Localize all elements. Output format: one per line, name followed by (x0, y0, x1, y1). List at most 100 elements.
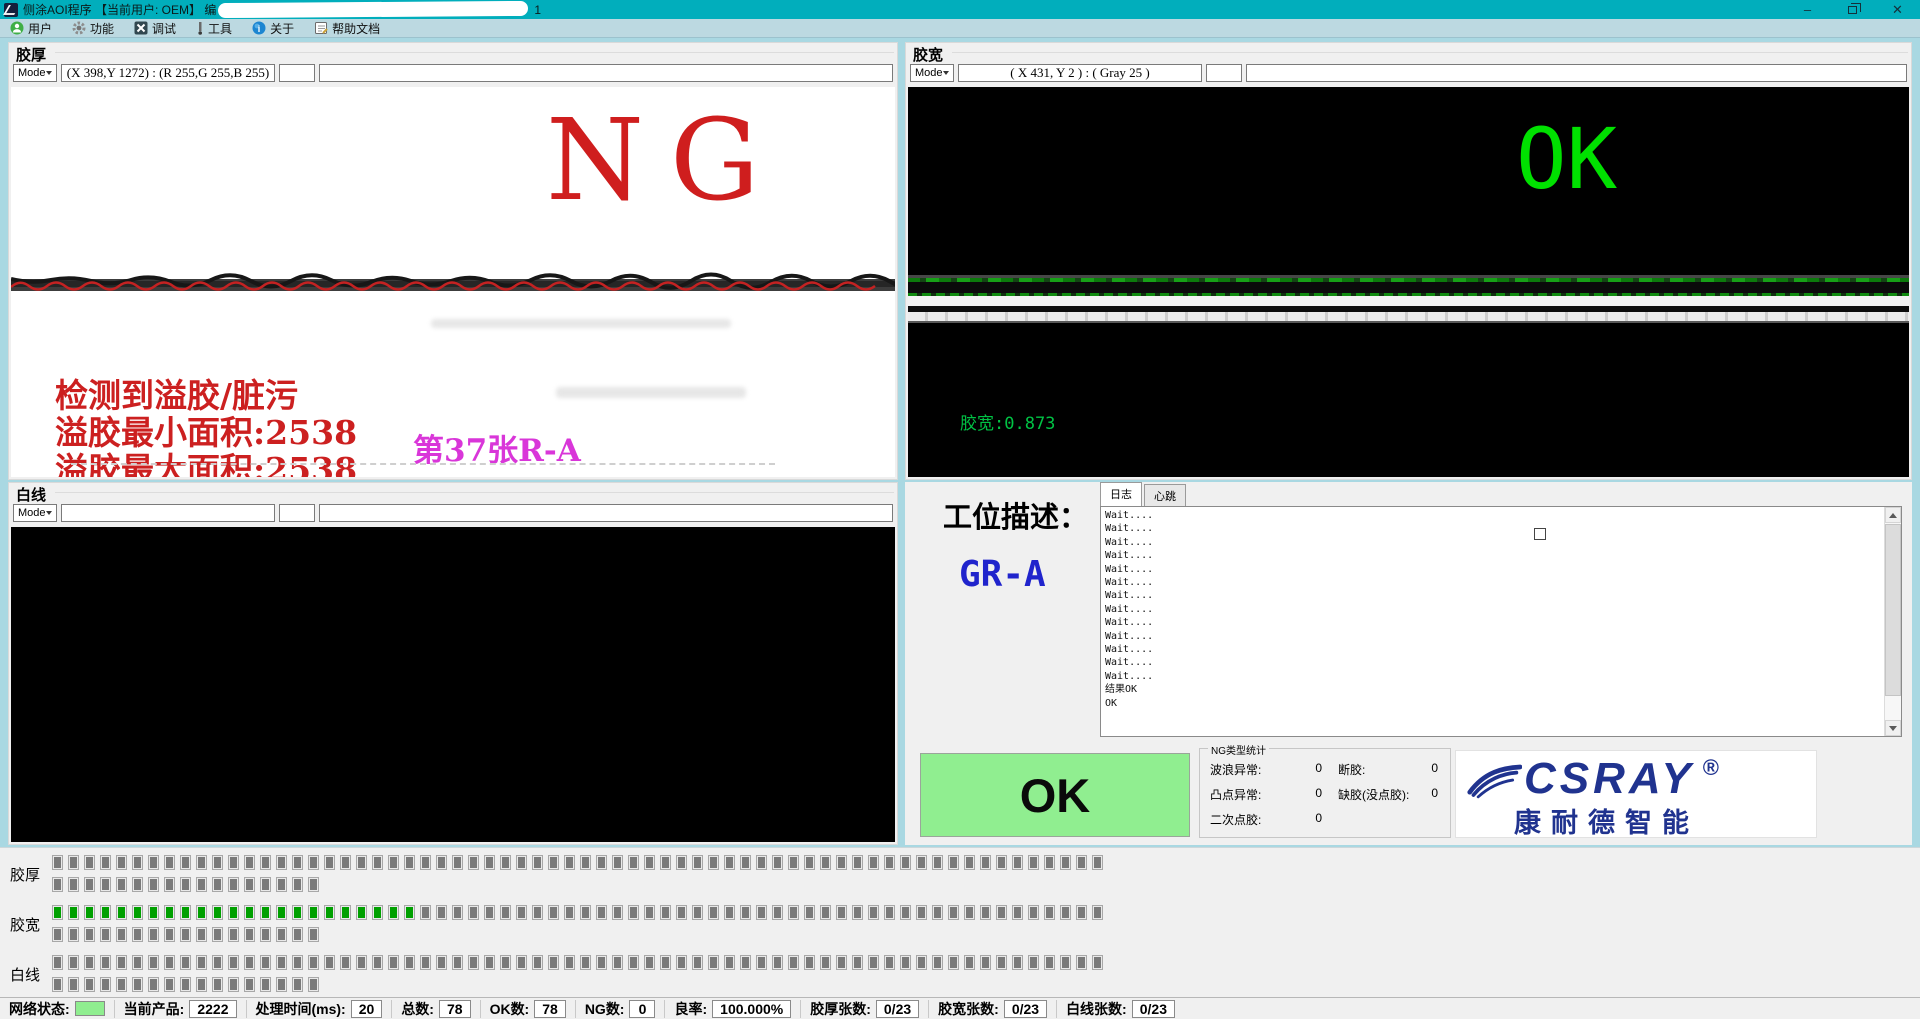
status-label: 胶宽张数: (938, 999, 999, 1019)
panel-title: 胶宽 (913, 44, 943, 65)
progress-cell (116, 877, 127, 892)
progress-cell (196, 955, 207, 970)
progress-cell (420, 955, 431, 970)
log-list[interactable]: Wait....Wait....Wait....Wait....Wait....… (1100, 506, 1902, 737)
logo-brand-text: CSRAY (1524, 757, 1695, 801)
progress-cell (356, 955, 367, 970)
menu-item-功能[interactable]: 功能 (62, 19, 124, 38)
mode-label: Mode (18, 67, 46, 79)
progress-cell (836, 905, 847, 920)
log-entry: Wait.... (1105, 589, 1901, 602)
small-field[interactable] (279, 504, 315, 522)
progress-cell (452, 855, 463, 870)
glue-width-stripe (908, 275, 1909, 323)
image-view-white-line[interactable] (11, 527, 895, 842)
progress-cell (612, 955, 623, 970)
progress-cell (756, 905, 767, 920)
log-checkbox[interactable] (1534, 528, 1546, 540)
wide-field[interactable] (319, 64, 893, 82)
progress-cell (868, 955, 879, 970)
menu-item-调试[interactable]: 调试 (124, 19, 186, 38)
progress-cell (228, 955, 239, 970)
progress-cell (932, 905, 943, 920)
progress-cell (452, 955, 463, 970)
wing-icon (1466, 761, 1522, 801)
small-field[interactable] (1206, 64, 1242, 82)
panel-glue-width: 胶宽 Mode ( X 431, Y 2 ) : ( Gray 25 ) OK … (905, 42, 1912, 480)
progress-cell (404, 955, 415, 970)
menu-item-label: 用户 (28, 20, 52, 37)
ng-stat-label: 凸点异常: (1210, 786, 1261, 803)
wide-field[interactable] (1246, 64, 1907, 82)
status-label: 胶厚张数: (810, 999, 871, 1019)
pixel-readout[interactable]: ( X 431, Y 2 ) : ( Gray 25 ) (958, 64, 1202, 82)
progress-cell (916, 855, 927, 870)
window-controls: – ✕ (1785, 0, 1920, 19)
pixel-readout[interactable]: (X 398,Y 1272) : (R 255,G 255,B 255) (61, 64, 275, 82)
menu-item-关于[interactable]: i关于 (242, 19, 304, 38)
progress-cell (660, 955, 671, 970)
status-label: 处理时间(ms): (256, 999, 346, 1019)
glue-edge-stripe (11, 271, 895, 299)
progress-cell (84, 977, 95, 992)
menu-item-工具[interactable]: 工具 (186, 19, 242, 38)
progress-area: 胶厚胶宽白线 (52, 855, 1108, 1005)
progress-cell (980, 855, 991, 870)
image-view-glue-width[interactable]: OK 胶宽:0.873 (908, 87, 1909, 477)
menu-item-帮助文档[interactable]: 帮助文档 (304, 19, 390, 38)
log-tab-日志[interactable]: 日志 (1100, 482, 1142, 506)
progress-cell (660, 855, 671, 870)
progress-cell (484, 855, 495, 870)
progress-cell (852, 905, 863, 920)
mode-dropdown[interactable]: Mode (13, 64, 57, 82)
network-status-indicator (75, 1001, 105, 1016)
progress-row (52, 877, 1108, 894)
mode-dropdown[interactable]: Mode (13, 504, 57, 522)
wide-field[interactable] (319, 504, 893, 522)
progress-cell (436, 955, 447, 970)
status-bar: 网络状态:当前产品:2222处理时间(ms):20总数:78OK数:78NG数:… (0, 997, 1920, 1019)
menu-bar: 用户功能调试工具i关于 帮助文档 (0, 19, 1920, 38)
progress-cell (228, 905, 239, 920)
log-entry: Wait.... (1105, 522, 1901, 535)
menu-item-label: 帮助文档 (332, 20, 380, 37)
progress-cell (372, 955, 383, 970)
progress-cell (52, 855, 63, 870)
progress-row (52, 927, 1108, 944)
progress-cell (132, 977, 143, 992)
scroll-down-button[interactable] (1885, 720, 1901, 736)
progress-cell (788, 855, 799, 870)
small-field[interactable] (279, 64, 315, 82)
progress-cell (660, 905, 671, 920)
image-view-glue-thickness[interactable]: NG 检测到溢胶/脏污 溢胶最小面积:2538 溢胶最大面积:2538 第37张… (11, 87, 895, 477)
ng-stat-row: 断胶:0 (1338, 761, 1444, 778)
minimize-icon: – (1804, 2, 1811, 17)
log-scrollbar[interactable] (1884, 507, 1901, 736)
pixel-readout[interactable] (61, 504, 275, 522)
progress-cell (596, 955, 607, 970)
result-status-button[interactable]: OK (920, 753, 1190, 837)
progress-cell (516, 855, 527, 870)
progress-cell (116, 977, 127, 992)
scroll-up-button[interactable] (1885, 507, 1901, 523)
minimize-button[interactable]: – (1785, 0, 1830, 19)
progress-cell (836, 955, 847, 970)
window-title: 侧涂AOI程序 【当前用户: OEM】 编 (23, 1, 216, 18)
mode-row: Mode ( X 431, Y 2 ) : ( Gray 25 ) (910, 64, 1907, 82)
progress-cell (308, 955, 319, 970)
scrollbar-thumb[interactable] (1885, 524, 1901, 696)
log-tab-心跳[interactable]: 心跳 (1144, 484, 1186, 506)
progress-cell (180, 977, 191, 992)
menu-item-用户[interactable]: 用户 (0, 19, 62, 38)
status-label: NG数: (585, 999, 625, 1019)
progress-cell (468, 905, 479, 920)
mode-dropdown[interactable]: Mode (910, 64, 954, 82)
restore-button[interactable] (1830, 0, 1875, 19)
close-button[interactable]: ✕ (1875, 0, 1920, 19)
station-description-label: 工位描述： (943, 494, 1088, 536)
progress-cell (148, 977, 159, 992)
progress-cell (948, 905, 959, 920)
status-label: 白线张数: (1066, 999, 1127, 1019)
progress-cell (52, 905, 63, 920)
progress-cell (772, 955, 783, 970)
